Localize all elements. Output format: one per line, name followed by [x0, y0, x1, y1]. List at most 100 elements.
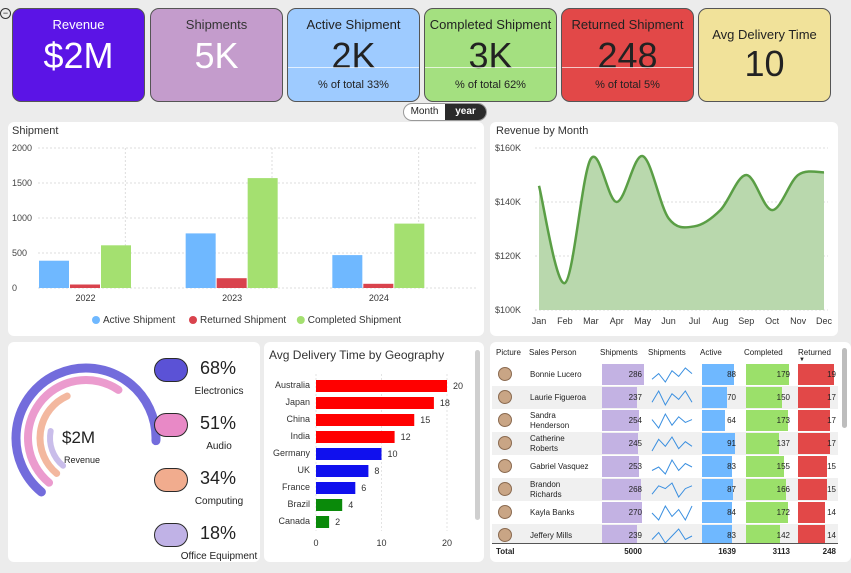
data-label: 12 — [401, 432, 411, 442]
returned-value: 14 — [827, 508, 836, 517]
table-scrollbar[interactable] — [842, 348, 847, 428]
sparkline-path — [651, 389, 693, 407]
legend-label: Active Shipment — [103, 315, 175, 326]
shipments-value: 237 — [628, 393, 642, 402]
y-tick-label: Canada — [278, 516, 310, 526]
avatar — [498, 459, 512, 473]
active-value: 87 — [727, 485, 736, 494]
y-tick-label: 1500 — [12, 178, 32, 188]
geo-bar — [316, 431, 395, 443]
x-tick-label: 2022 — [75, 293, 95, 303]
returned-value: 15 — [827, 462, 836, 471]
table-header[interactable]: Shipments — [648, 348, 686, 357]
data-label: 6 — [361, 483, 366, 493]
geo-bar — [316, 499, 343, 511]
category-pct: 34% — [200, 468, 237, 488]
shipment-chart: 0 500 1000 1500 2000 2022 2023 2024 Active Shipm… — [12, 143, 478, 326]
table-header[interactable]: Completed — [744, 348, 783, 357]
active-value: 83 — [727, 531, 736, 540]
y-tick-label: China — [286, 414, 310, 424]
shipments-sparkline — [651, 504, 693, 522]
completed-value: 179 — [776, 370, 790, 379]
salesperson-table: Picture Sales Person Shipments Shipments Act… — [490, 342, 851, 562]
x-tick-label: 2023 — [222, 293, 242, 303]
total-label: Total — [496, 547, 515, 556]
avatar — [498, 482, 512, 496]
x-tick-label: Dec — [816, 316, 833, 326]
bar-returned-shipment — [70, 284, 100, 288]
geo-bar — [316, 397, 434, 409]
shipments-value: 268 — [628, 485, 642, 494]
returned-value: 17 — [827, 439, 836, 448]
y-tick-label: 1000 — [12, 213, 32, 223]
x-tick-label: Apr — [610, 316, 624, 326]
data-label: 18 — [440, 398, 450, 408]
table-row[interactable]: Bonnie Lucero 286 88 179 19 — [492, 363, 838, 386]
y-tick-label: $140K — [495, 197, 521, 207]
toggle-month[interactable]: Month — [404, 104, 445, 120]
table-row[interactable]: Laurie Figueroa 237 70 150 17 — [492, 386, 838, 409]
category-item: 34% Computing — [148, 466, 260, 518]
kpi-returned: Returned Shipment 248 % of total 5% — [561, 8, 694, 102]
shipments-sparkline — [651, 436, 693, 452]
category-name: Electronics — [194, 386, 244, 397]
revenue-area — [539, 155, 824, 310]
data-label: 10 — [388, 449, 398, 459]
table-row[interactable]: Brandon Richards 268 87 166 15 — [492, 478, 838, 501]
bar-completed-shipment — [394, 223, 425, 288]
category-panel: $2M Revenue 68% Electronics 51% Audio 34… — [8, 342, 260, 562]
data-label: 4 — [348, 500, 353, 510]
geo-panel: Avg Delivery Time by Geography 0 10 20 Aust… — [264, 342, 484, 562]
table-row[interactable]: Gabriel Vasquez 253 83 155 15 — [492, 455, 838, 478]
sparkline-path — [651, 412, 693, 429]
table-header[interactable]: Active — [700, 348, 722, 357]
shipments-value: 286 — [628, 370, 642, 379]
active-value: 70 — [727, 393, 736, 402]
shipments-value: 270 — [628, 508, 642, 517]
active-value: 88 — [727, 370, 736, 379]
table-row[interactable]: Sandra Henderson 254 64 173 17 — [492, 409, 838, 432]
table-header[interactable]: Picture — [496, 348, 521, 357]
table-header[interactable]: Returned — [798, 348, 831, 357]
completed-value: 142 — [776, 531, 790, 540]
avatar — [498, 505, 512, 519]
bar-active-shipment — [332, 255, 363, 288]
bar-completed-shipment — [101, 245, 131, 288]
table-header[interactable]: Shipments — [600, 348, 638, 357]
collapse-icon[interactable]: − — [0, 8, 11, 19]
x-tick-label: May — [634, 316, 652, 326]
total-shipments: 5000 — [624, 547, 642, 556]
x-tick-label: 0 — [313, 538, 318, 548]
toggle-year[interactable]: year — [445, 104, 486, 120]
kpi-completed-pct: % of total 62% — [425, 67, 556, 101]
geo-scrollbar[interactable] — [475, 350, 480, 520]
kpi-active-pct: % of total 33% — [288, 67, 419, 101]
data-label: 20 — [453, 381, 463, 391]
donut-center-value: $2M — [62, 428, 96, 447]
x-tick-label: 2024 — [369, 293, 389, 303]
shipment-panel: Shipment 0 500 1000 1500 2000 2022 2023 2024 Act… — [8, 122, 484, 336]
y-tick-label: Australia — [275, 380, 310, 390]
kpi-revenue-title: Revenue — [52, 17, 105, 32]
sales-person-name: Kayla Banks — [530, 508, 575, 517]
period-toggle[interactable]: Month year — [403, 103, 487, 121]
bar-active-shipment — [185, 233, 216, 288]
sparkline-path — [651, 504, 693, 522]
category-pill — [154, 468, 188, 492]
completed-value: 172 — [776, 508, 790, 517]
table-header[interactable]: Sales Person — [529, 348, 577, 357]
x-tick-label: Sep — [738, 316, 754, 326]
table-row[interactable]: Catherine Roberts 245 91 137 17 — [492, 432, 838, 455]
y-tick-label: $160K — [495, 143, 521, 153]
legend-label: Completed Shipment — [308, 315, 402, 326]
sales-person-name: Bonnie Lucero — [530, 370, 582, 379]
kpi-completed-title: Completed Shipment — [429, 17, 552, 32]
y-tick-label: 0 — [12, 283, 17, 293]
x-tick-label: Nov — [790, 316, 807, 326]
kpi-shipments-value: 5K — [194, 35, 239, 76]
x-tick-label: Jul — [689, 316, 701, 326]
sales-person-name: Laurie Figueroa — [530, 393, 587, 402]
geo-bar — [316, 516, 330, 528]
avatar — [498, 413, 512, 427]
table-row[interactable]: Kayla Banks 270 84 172 14 — [492, 501, 838, 524]
